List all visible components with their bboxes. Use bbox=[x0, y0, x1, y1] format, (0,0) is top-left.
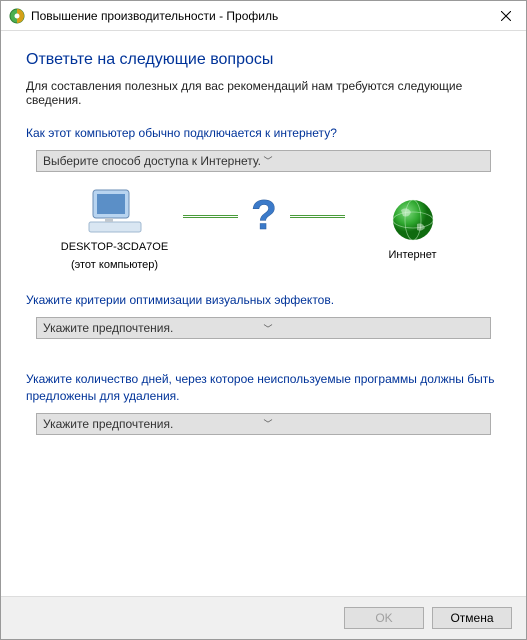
question-internet: Как этот компьютер обычно подключается к… bbox=[26, 125, 501, 142]
connection-line-right bbox=[290, 215, 345, 218]
cancel-button[interactable]: Отмена bbox=[432, 607, 512, 629]
page-subtext: Для составления полезных для вас рекомен… bbox=[26, 79, 501, 107]
chevron-down-icon: ﹀ bbox=[264, 417, 485, 430]
computer-sub: (этот компьютер) bbox=[71, 258, 158, 272]
page-heading: Ответьте на следующие вопросы bbox=[26, 51, 501, 69]
close-button[interactable] bbox=[486, 1, 526, 31]
connection-diagram: DESKTOP-3CDA7OE (этот компьютер) ? bbox=[26, 186, 501, 273]
question-unused-days: Укажите количество дней, через которое н… bbox=[26, 371, 501, 405]
connection-line-left bbox=[183, 215, 238, 218]
dropdown-unused-days[interactable]: Укажите предпочтения. ﹀ bbox=[36, 413, 491, 435]
window-title: Повышение производительности - Профиль bbox=[31, 9, 486, 23]
dropdown-visual-value: Укажите предпочтения. bbox=[43, 321, 264, 335]
ok-button[interactable]: OK bbox=[344, 607, 424, 629]
svg-text:?: ? bbox=[251, 191, 277, 238]
diagram-internet: Интернет bbox=[353, 196, 473, 262]
computer-icon bbox=[87, 186, 143, 236]
question-visual-effects: Укажите критерии оптимизации визуальных … bbox=[26, 292, 501, 309]
dialog-footer: OK Отмена bbox=[1, 596, 526, 639]
dropdown-internet[interactable]: Выберите способ доступа к Интернету. ﹀ bbox=[36, 150, 491, 172]
dropdown-unused-value: Укажите предпочтения. bbox=[43, 417, 264, 431]
titlebar: Повышение производительности - Профиль bbox=[1, 1, 526, 31]
chevron-down-icon: ﹀ bbox=[264, 154, 485, 167]
dropdown-internet-value: Выберите способ доступа к Интернету. bbox=[43, 154, 264, 168]
content-area: Ответьте на следующие вопросы Для состав… bbox=[1, 31, 526, 596]
chevron-down-icon: ﹀ bbox=[264, 322, 485, 335]
internet-label: Интернет bbox=[389, 248, 437, 262]
app-icon bbox=[9, 8, 25, 24]
diagram-computer: DESKTOP-3CDA7OE (этот компьютер) bbox=[55, 186, 175, 273]
computer-name: DESKTOP-3CDA7OE bbox=[61, 240, 168, 254]
dropdown-visual-effects[interactable]: Укажите предпочтения. ﹀ bbox=[36, 317, 491, 339]
globe-icon bbox=[389, 196, 437, 244]
question-mark-icon: ? bbox=[246, 191, 282, 242]
close-icon bbox=[501, 11, 511, 21]
